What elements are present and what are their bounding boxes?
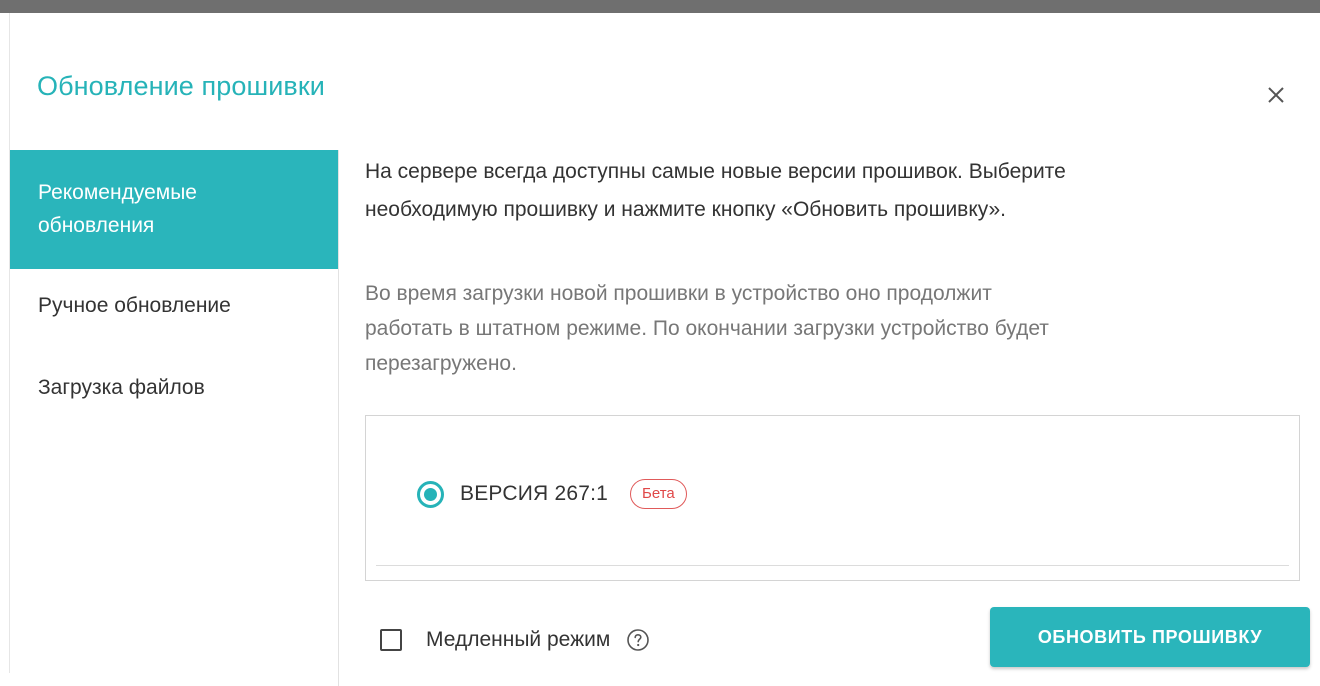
sidebar: Рекомендуемые обновления Ручное обновлен… — [10, 150, 339, 686]
update-firmware-button[interactable]: ОБНОВИТЬ ПРОШИВКУ — [990, 607, 1310, 667]
sidebar-item-recommended[interactable]: Рекомендуемые обновления — [10, 150, 338, 269]
beta-badge: Бета — [630, 479, 687, 509]
close-button[interactable] — [1256, 75, 1296, 115]
slow-mode-label: Медленный режим — [426, 628, 611, 651]
slow-mode-row: Медленный режим — [380, 624, 650, 656]
note-line: перезагружено. — [365, 352, 517, 375]
help-circle-icon[interactable] — [626, 628, 650, 652]
slow-mode-checkbox[interactable] — [380, 629, 402, 651]
sidebar-item-label-line1: Рекомендуемые — [38, 181, 197, 204]
background-edge — [0, 13, 10, 673]
version-radio[interactable] — [417, 480, 444, 508]
radio-selected-dot — [424, 487, 437, 501]
sidebar-item-label: Ручное обновление — [38, 294, 231, 317]
close-icon — [1256, 75, 1296, 115]
version-option[interactable]: ВЕРСИЯ 267:1 Бета — [417, 476, 687, 512]
list-divider — [376, 565, 1289, 566]
window-top-strip — [0, 0, 1320, 13]
firmware-update-dialog: Обновление прошивки Рекомендуемые обновл… — [10, 13, 1320, 686]
versions-list: ВЕРСИЯ 267:1 Бета — [365, 415, 1300, 581]
sidebar-item-label: Загрузка файлов — [38, 376, 205, 399]
sidebar-item-manual-update[interactable]: Ручное обновление — [10, 291, 338, 321]
sidebar-item-label-line2: обновления — [38, 214, 155, 237]
intro-text: На сервере всегда доступны самые новые в… — [365, 153, 1300, 229]
note-text: Во время загрузки новой прошивки в устро… — [365, 276, 1300, 381]
note-line: Во время загрузки новой прошивки в устро… — [365, 282, 992, 305]
intro-line: необходимую прошивку и нажмите кнопку «О… — [365, 198, 1007, 221]
note-line: работать в штатном режиме. По окончании … — [365, 317, 1049, 340]
dialog-title: Обновление прошивки — [37, 71, 325, 101]
sidebar-item-file-upload[interactable]: Загрузка файлов — [10, 373, 338, 403]
version-label: ВЕРСИЯ 267:1 — [460, 482, 608, 505]
intro-line: На сервере всегда доступны самые новые в… — [365, 160, 1066, 183]
